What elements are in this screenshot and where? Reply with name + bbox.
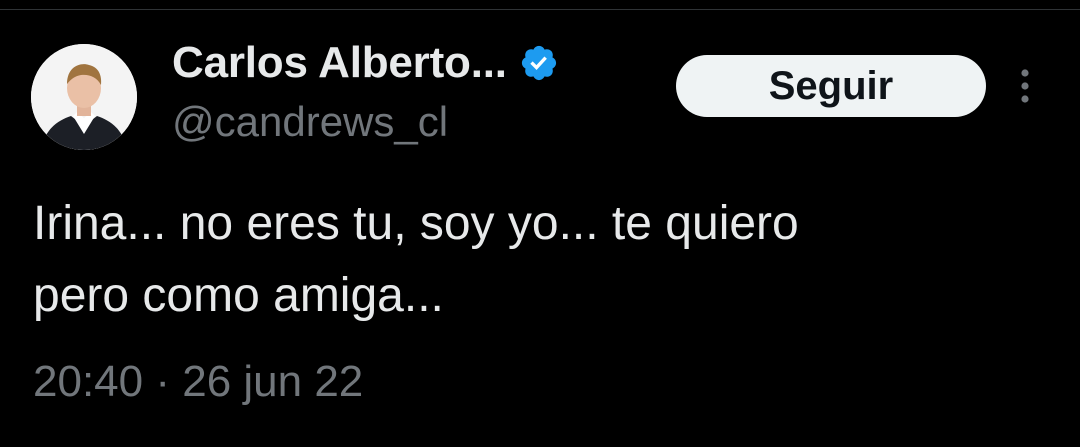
author-name-text[interactable]: Carlos Alberto...	[172, 38, 507, 88]
top-divider	[0, 0, 1080, 10]
avatar-image	[31, 44, 137, 150]
tweet-text-line: pero como amiga...	[33, 269, 444, 322]
tweet-date[interactable]: 26 jun 22	[182, 357, 363, 407]
tweet-timestamp[interactable]: 20:40 · 26 jun 22	[33, 357, 363, 407]
author-name[interactable]: Carlos Alberto...	[172, 33, 559, 93]
avatar[interactable]	[31, 44, 137, 150]
author-handle[interactable]: @candrews_cl	[172, 98, 448, 146]
tweet-text: Irina... no eres tu, soy yo... te quiero…	[33, 188, 1043, 332]
verified-badge-icon	[519, 43, 559, 83]
tweet-time[interactable]: 20:40	[33, 357, 143, 407]
follow-button[interactable]: Seguir	[676, 55, 986, 117]
more-vertical-icon[interactable]	[1012, 64, 1038, 108]
tweet-text-line: Irina... no eres tu, soy yo... te quiero	[33, 197, 799, 250]
timestamp-separator: ·	[143, 357, 183, 406]
